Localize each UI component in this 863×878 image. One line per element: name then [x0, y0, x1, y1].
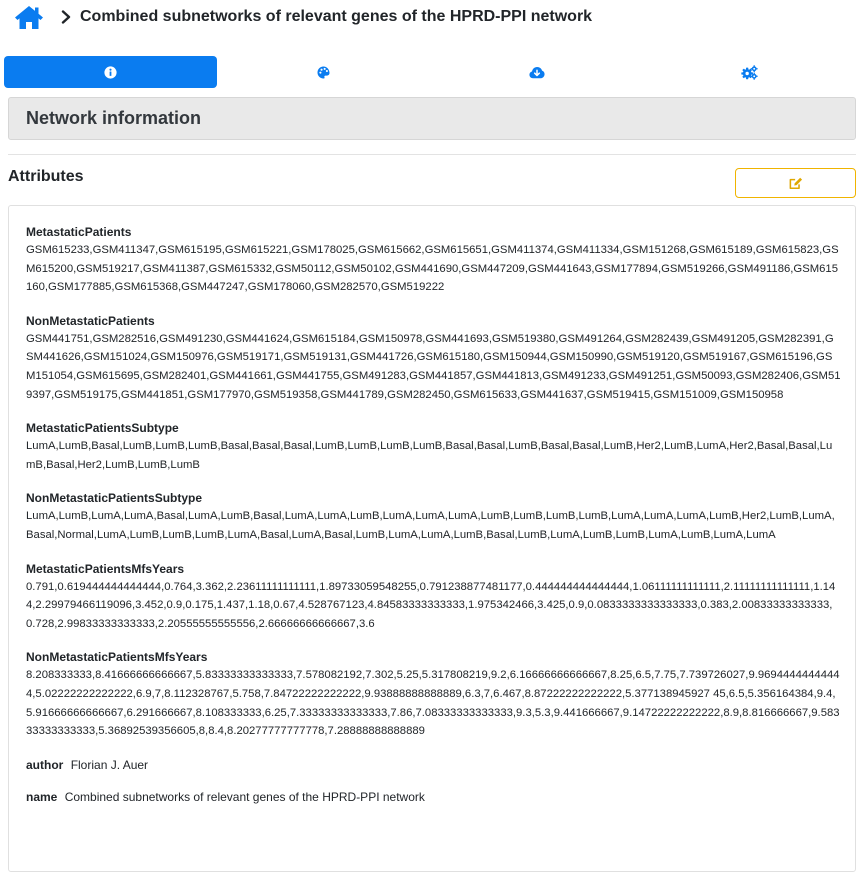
page-title: Combined subnetworks of relevant genes o…	[80, 8, 593, 25]
attribute-non-metastatic-patients: NonMetastaticPatients GSM441751,GSM28251…	[26, 312, 841, 404]
chevron-right-icon	[60, 10, 72, 24]
attribute-value: LumA,LumB,LumA,LumA,Basal,LumA,LumB,Basa…	[26, 510, 835, 541]
attribute-non-metastatic-patients-mfs-years: NonMetastaticPatientsMfsYears 8.20833333…	[26, 648, 841, 740]
tab-info[interactable]	[4, 56, 217, 88]
edit-attributes-button[interactable]	[735, 168, 856, 198]
attribute-value: GSM441751,GSM282516,GSM491230,GSM441624,…	[26, 332, 841, 401]
attribute-value: LumA,LumB,Basal,LumB,LumB,LumB,Basal,Bas…	[26, 440, 833, 471]
attribute-value: 0.791,0.619444444444444,0.764,3.362,2.23…	[26, 580, 836, 630]
tab-style[interactable]	[217, 56, 430, 88]
attribute-key: name	[26, 790, 58, 805]
attribute-key: NonMetastaticPatientsSubtype	[26, 491, 203, 506]
attribute-key: MetastaticPatientsMfsYears	[26, 561, 185, 576]
attribute-value: Combined subnetworks of relevant genes o…	[64, 790, 425, 805]
divider	[8, 154, 856, 155]
attribute-author: author Florian J. Auer	[26, 756, 841, 775]
palette-icon	[317, 65, 330, 79]
info-icon	[104, 65, 117, 79]
cogs-icon	[741, 64, 758, 80]
tab-settings[interactable]	[643, 56, 856, 88]
network-information-header: Network information	[8, 97, 856, 140]
attribute-value: GSM615233,GSM411347,GSM615195,GSM615221,…	[26, 244, 839, 294]
attributes-panel: MetastaticPatients GSM615233,GSM411347,G…	[8, 205, 856, 872]
attribute-metastatic-patients-subtype: MetastaticPatientsSubtype LumA,LumB,Basa…	[26, 419, 841, 474]
header: Combined subnetworks of relevant genes o…	[14, 3, 592, 31]
attribute-value: Florian J. Auer	[70, 757, 149, 772]
attribute-name: name Combined subnetworks of relevant ge…	[26, 788, 841, 807]
attribute-metastatic-patients: MetastaticPatients GSM615233,GSM411347,G…	[26, 223, 841, 297]
attribute-key: MetastaticPatientsSubtype	[26, 421, 179, 436]
section-title: Network information	[26, 108, 202, 128]
attributes-label: Attributes	[8, 168, 84, 185]
attribute-non-metastatic-patients-subtype: NonMetastaticPatientsSubtype LumA,LumB,L…	[26, 489, 841, 544]
attribute-key: NonMetastaticPatients	[26, 313, 155, 328]
home-icon[interactable]	[14, 4, 44, 30]
edit-icon	[789, 177, 802, 189]
tab-download[interactable]	[430, 56, 643, 88]
attribute-key: NonMetastaticPatientsMfsYears	[26, 650, 208, 665]
attribute-metastatic-patients-mfs-years: MetastaticPatientsMfsYears 0.791,0.61944…	[26, 560, 841, 634]
attribute-key: author	[26, 757, 64, 772]
attribute-key: MetastaticPatients	[26, 225, 132, 239]
tab-bar	[4, 56, 856, 88]
cloud-download-icon	[528, 66, 545, 78]
attribute-value: 8.208333333,8.41666666666667,5.833333333…	[26, 669, 840, 738]
